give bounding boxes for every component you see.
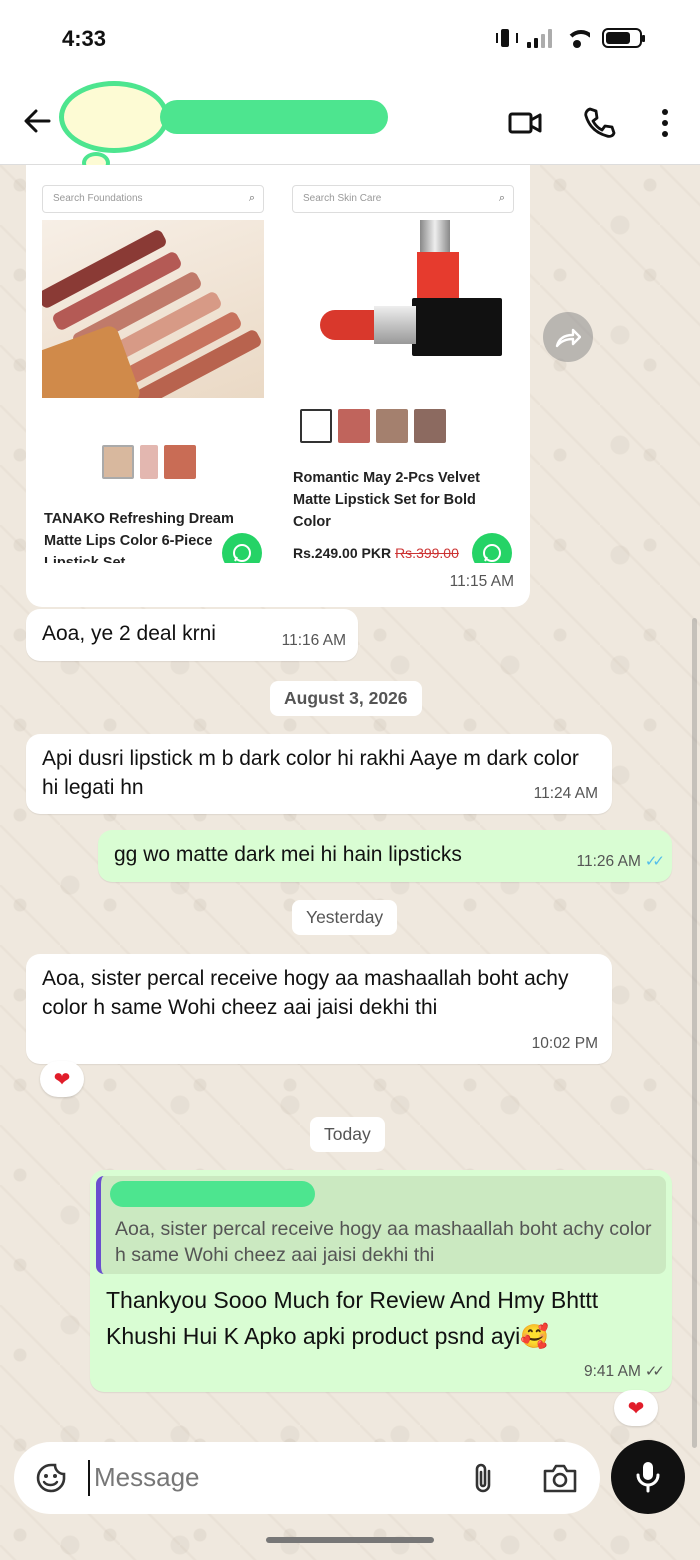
message-outgoing[interactable]: gg wo matte dark mei hi hain lipsticks 1…	[98, 830, 672, 882]
more-vertical-icon[interactable]	[648, 106, 682, 140]
search-placeholder: Search Foundations	[53, 193, 143, 204]
message-time: 11:16 AM	[281, 632, 346, 649]
message-time: 11:26 AM	[576, 853, 641, 870]
wifi-icon	[564, 28, 590, 48]
product-title: Romantic May 2-Pcs Velvet Matte Lipstick…	[293, 470, 480, 530]
thumbnail-row	[300, 409, 522, 443]
quoted-text: Aoa, sister percal receive hogy aa masha…	[115, 1218, 652, 1266]
product-screenshot-image[interactable]: Search Foundations ⌕ TANAKO Refreshing D…	[32, 165, 524, 563]
phone-icon[interactable]	[582, 106, 616, 140]
message-text: Aoa, sister percal receive hogy aa masha…	[42, 967, 569, 1019]
message-incoming[interactable]: Aoa, sister percal receive hogy aa masha…	[26, 954, 612, 1064]
whatsapp-icon	[472, 533, 512, 563]
battery-icon	[602, 28, 645, 48]
contact-name-redacted[interactable]	[160, 100, 388, 134]
message-time: 10:02 PM	[531, 1035, 598, 1052]
message-incoming[interactable]: Api dusri lipstick m b dark color hi rak…	[26, 734, 612, 814]
price-original: Rs.399.00	[395, 545, 459, 561]
product-left: Search Foundations ⌕ TANAKO Refreshing D…	[32, 165, 276, 563]
message-text: Api dusri lipstick m b dark color hi rak…	[42, 747, 579, 799]
date-separator: August 3, 2026	[270, 681, 422, 716]
back-arrow-icon[interactable]	[22, 106, 52, 136]
mic-icon[interactable]	[611, 1440, 685, 1514]
thumbnail-row	[102, 445, 196, 479]
read-ticks-icon: ✓✓	[644, 853, 665, 870]
avatar[interactable]	[64, 86, 164, 170]
message-composer[interactable]: Message	[14, 1442, 600, 1514]
message-text: Thankyou Sooo Much for Review And Hmy Bh…	[106, 1287, 599, 1349]
delivered-ticks-icon: ✓✓	[644, 1363, 665, 1380]
message-input[interactable]: Message	[94, 1462, 200, 1493]
home-indicator[interactable]	[266, 1537, 434, 1543]
search-placeholder: Search Skin Care	[303, 193, 382, 204]
status-bar: 4:33	[0, 0, 700, 80]
sticker-icon[interactable]	[34, 1461, 68, 1495]
product-right: Search Skin Care ⌕ Romantic May 2-Pcs Ve…	[282, 165, 524, 563]
message-meta: 11:26 AM ✓✓	[576, 847, 666, 876]
text-caret	[88, 1460, 90, 1496]
search-input: Search Skin Care ⌕	[292, 185, 514, 213]
status-icons	[495, 28, 645, 48]
product-screenshot-message[interactable]: Search Foundations ⌕ TANAKO Refreshing D…	[26, 165, 530, 607]
message-text: gg wo matte dark mei hi hain lipsticks	[114, 843, 462, 866]
search-input: Search Foundations ⌕	[42, 185, 264, 213]
attach-icon[interactable]	[469, 1461, 499, 1495]
forward-icon[interactable]	[543, 312, 593, 362]
lipstick-image	[312, 220, 512, 370]
lipstick-set-image	[42, 220, 264, 398]
heart-reaction-icon[interactable]: ❤	[40, 1061, 84, 1097]
video-call-icon[interactable]	[508, 106, 542, 140]
scrollbar[interactable]	[692, 618, 697, 1448]
message-meta: 9:41 AM ✓✓	[583, 1357, 665, 1386]
message-incoming[interactable]: Aoa, ye 2 deal krni 11:16 AM	[26, 609, 358, 661]
chat-header	[0, 80, 700, 170]
date-separator: Yesterday	[292, 900, 398, 935]
heart-reaction-icon[interactable]: ❤	[614, 1390, 658, 1426]
message-time: 9:41 AM	[583, 1363, 641, 1380]
price-current: Rs.249.00 PKR	[293, 545, 392, 561]
message-text: Aoa, ye 2 deal krni	[42, 622, 216, 645]
message-time: 11:15 AM	[449, 573, 514, 590]
search-icon: ⌕	[248, 192, 255, 204]
quoted-sender-redacted	[110, 1181, 315, 1207]
camera-icon[interactable]	[542, 1462, 578, 1494]
date-separator: Today	[310, 1117, 385, 1152]
status-time: 4:33	[62, 26, 107, 51]
message-time: 11:24 AM	[533, 785, 598, 802]
vibrate-icon	[495, 28, 518, 48]
search-icon: ⌕	[498, 192, 505, 204]
product-price: Rs.249.00 PKR Rs.399.00	[293, 545, 459, 561]
signal-icon	[527, 28, 552, 48]
